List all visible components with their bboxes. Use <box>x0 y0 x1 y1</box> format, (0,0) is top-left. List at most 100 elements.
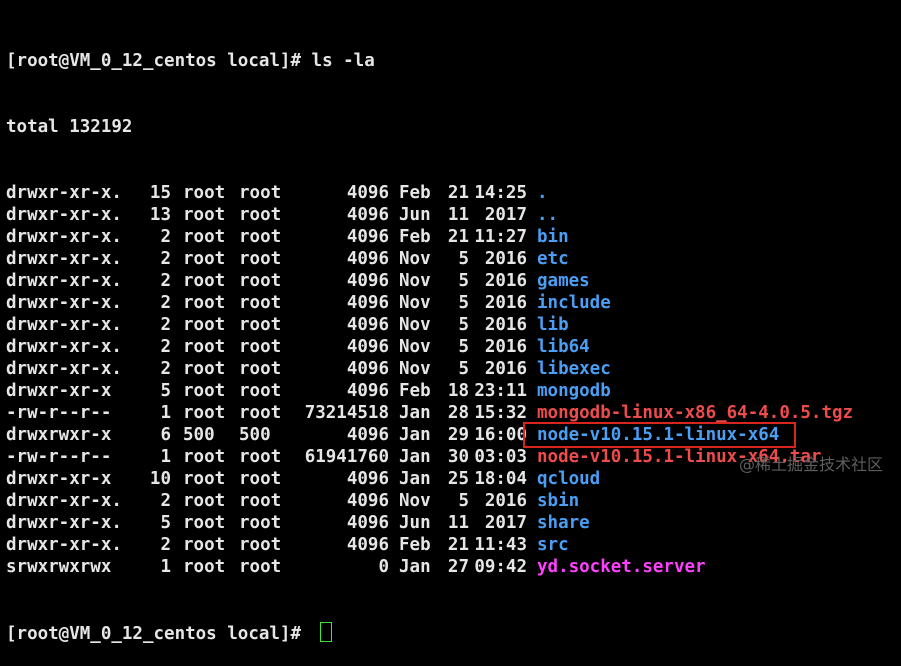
file-size: 4096 <box>346 425 389 445</box>
modified-time: 09:42 <box>474 557 527 577</box>
link-count: 2 <box>160 535 171 555</box>
listing-row: drwxr-xr-x. 2 root root 4096 Nov 5 2016 etc <box>6 248 896 270</box>
listing-row: drwxr-xr-x. 15 root root 4096 Feb 21 14:25. <box>6 182 896 204</box>
file-name: node-v10.15.1-linux-x64 <box>523 422 796 448</box>
owner: root <box>183 249 226 269</box>
modified-day: 21 <box>447 535 469 555</box>
owner: root <box>183 337 226 357</box>
modified-day: 5 <box>458 293 469 313</box>
modified-month: Jan <box>399 403 431 423</box>
file-name: lib64 <box>537 337 590 357</box>
permissions: drwxr-xr-x. <box>6 337 122 357</box>
modified-day: 11 <box>447 513 469 533</box>
listing-row: drwxr-xr-x. 2 root root 4096 Feb 21 11:27 bin <box>6 226 896 248</box>
modified-day: 5 <box>458 359 469 379</box>
modified-time: 16:00 <box>474 425 527 445</box>
modified-day: 18 <box>447 381 469 401</box>
modified-time: 2016 <box>484 491 527 511</box>
file-size: 4096 <box>346 205 389 225</box>
terminal-output[interactable]: [root@VM_0_12_centos local]# ls -la tota… <box>6 6 896 666</box>
file-size: 4096 <box>346 535 389 555</box>
modified-day: 5 <box>458 337 469 357</box>
file-name: src <box>537 535 569 555</box>
owner: root <box>183 381 226 401</box>
modified-time: 2016 <box>484 293 527 313</box>
owner: root <box>183 315 226 335</box>
listing-row: drwxr-xr-x. 2 root root 4096 Nov 5 2016 libexec <box>6 358 896 380</box>
owner: root <box>183 271 226 291</box>
modified-day: 5 <box>458 271 469 291</box>
owner: root <box>183 535 226 555</box>
modified-month: Jan <box>399 425 431 445</box>
group: root <box>239 513 282 533</box>
owner: root <box>183 491 226 511</box>
file-name: etc <box>537 249 569 269</box>
modified-day: 11 <box>447 205 469 225</box>
group: root <box>239 249 282 269</box>
file-size: 4096 <box>346 227 389 247</box>
link-count: 5 <box>160 381 171 401</box>
file-name: sbin <box>537 491 580 511</box>
link-count: 2 <box>160 359 171 379</box>
modified-month: Nov <box>399 337 431 357</box>
permissions: -rw-r--r-- <box>6 447 112 467</box>
listing-row: drwxr-xr-x. 2 root root 4096 Nov 5 2016 lib <box>6 314 896 336</box>
owner: root <box>183 403 226 423</box>
permissions: drwxr-xr-x. <box>6 535 122 555</box>
file-name: include <box>537 293 611 313</box>
file-name: bin <box>537 227 569 247</box>
group: root <box>239 469 282 489</box>
directory-listing: drwxr-xr-x. 15 root root 4096 Feb 21 14:25. drwx… <box>6 182 896 578</box>
modified-time: 11:27 <box>474 227 527 247</box>
group: root <box>239 447 282 467</box>
modified-time: 14:25 <box>474 183 527 203</box>
group: root <box>239 293 282 313</box>
modified-month: Nov <box>399 359 431 379</box>
listing-row: drwxr-xr-x. 13 root root 4096 Jun 11 2017.. <box>6 204 896 226</box>
permissions: drwxr-xr-x. <box>6 271 122 291</box>
group: root <box>239 205 282 225</box>
link-count: 5 <box>160 513 171 533</box>
group: root <box>239 557 282 577</box>
modified-day: 25 <box>447 469 469 489</box>
link-count: 1 <box>160 557 171 577</box>
modified-day: 5 <box>458 315 469 335</box>
file-size: 4096 <box>346 271 389 291</box>
permissions: drwxr-xr-x. <box>6 249 122 269</box>
active-prompt-line[interactable]: [root@VM_0_12_centos local]# <box>6 622 896 644</box>
listing-row: drwxr-xr-x. 2 root root 4096 Nov 5 2016 games <box>6 270 896 292</box>
permissions: drwxr-xr-x. <box>6 315 122 335</box>
listing-row: drwxr-xr-x. 5 root root 4096 Jun 11 2017 share <box>6 512 896 534</box>
group: root <box>239 227 282 247</box>
modified-month: Nov <box>399 249 431 269</box>
modified-month: Feb <box>399 381 431 401</box>
link-count: 2 <box>160 227 171 247</box>
modified-day: 5 <box>458 491 469 511</box>
terminal-cursor <box>319 622 332 642</box>
owner: root <box>183 183 226 203</box>
file-name: . <box>537 183 548 203</box>
file-name: libexec <box>537 359 611 379</box>
owner: root <box>183 227 226 247</box>
modified-month: Jan <box>399 447 431 467</box>
modified-month: Feb <box>399 535 431 555</box>
listing-row: drwxr-xr-x. 2 root root 4096 Feb 21 11:43 src <box>6 534 896 556</box>
active-prompt-text: [root@VM_0_12_centos local]# <box>6 624 312 644</box>
owner: root <box>183 205 226 225</box>
link-count: 2 <box>160 315 171 335</box>
group: root <box>239 359 282 379</box>
permissions: drwxrwxr-x <box>6 425 112 445</box>
modified-month: Jan <box>399 469 431 489</box>
permissions: drwxr-xr-x. <box>6 227 122 247</box>
permissions: drwxr-xr-x. <box>6 183 122 203</box>
group: 500 <box>239 425 271 445</box>
modified-time: 2016 <box>484 249 527 269</box>
modified-time: 11:43 <box>474 535 527 555</box>
link-count: 2 <box>160 271 171 291</box>
link-count: 1 <box>160 447 171 467</box>
file-size: 73214518 <box>304 403 389 423</box>
permissions: drwxr-xr-x <box>6 469 112 489</box>
modified-month: Feb <box>399 183 431 203</box>
modified-day: 29 <box>447 425 469 445</box>
owner: root <box>183 557 226 577</box>
